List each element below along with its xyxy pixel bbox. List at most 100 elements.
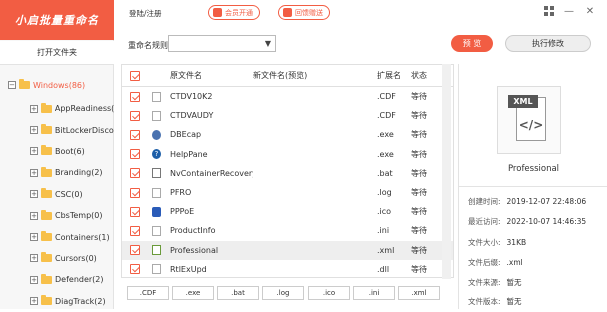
tree-item-label: DiagTrack(2) [55, 296, 106, 306]
collapse-icon[interactable]: − [8, 81, 16, 89]
tree-item[interactable]: + Containers(1) [0, 226, 114, 247]
table-row[interactable]: ? HelpPane .exe 等待 [122, 145, 453, 164]
created-time: 创建时间: 2019-12-07 22:48:06 [468, 196, 607, 207]
ext-filter-button[interactable]: .bat [217, 286, 259, 300]
row-name: ProductInfo [170, 226, 216, 236]
detail-file-name: Professional [507, 164, 560, 174]
row-name: RtlExUpd [170, 264, 207, 274]
tree-item-label: CbsTemp(0) [55, 211, 103, 221]
version-value: 暂无 [506, 297, 522, 306]
row-name: PFRO [170, 188, 192, 198]
help-icon: ? [152, 149, 161, 160]
bat-icon [152, 168, 161, 179]
table-row[interactable]: NvContainerRecovery .bat 等待 [122, 164, 453, 183]
accessed-label: 最近访问: [468, 217, 501, 226]
ext-filter-button[interactable]: .log [262, 286, 304, 300]
source-value: 暂无 [506, 278, 522, 287]
table-row[interactable]: DBEcap .exe 等待 [122, 125, 453, 144]
purchase-button[interactable]: 回馈赠送 [278, 5, 330, 20]
row-ext: .ini [377, 226, 390, 236]
sidebar: 小启批量重命名 打开文件夹 − Windows(86) + AppReadines… [0, 0, 114, 309]
row-ext: .CDF [377, 92, 396, 102]
tree-item[interactable]: + Boot(6) [0, 141, 114, 162]
gift-icon [283, 8, 292, 17]
rename-rule-select[interactable]: ▼ [168, 35, 276, 52]
row-checkbox[interactable] [130, 206, 140, 217]
tree-item[interactable]: + Cursors(0) [0, 248, 114, 269]
table-row[interactable]: PPPoE .ico 等待 [122, 202, 453, 221]
row-checkbox[interactable] [130, 225, 140, 236]
row-checkbox[interactable] [130, 264, 140, 275]
ext-filter-button[interactable]: .exe [172, 286, 214, 300]
ext-filter-button[interactable]: .ico [308, 286, 350, 300]
expand-icon[interactable]: + [30, 147, 38, 156]
row-checkbox[interactable] [130, 187, 140, 198]
row-checkbox[interactable] [130, 245, 140, 256]
folder-icon [41, 295, 52, 306]
table-scrollbar[interactable] [442, 64, 451, 279]
tree-item-label: AppReadiness(0 [54, 104, 114, 114]
ico-icon [152, 206, 161, 217]
tree-item[interactable]: + Branding(2) [0, 162, 114, 183]
expand-icon[interactable]: + [30, 126, 38, 135]
expand-icon[interactable]: + [30, 297, 38, 306]
ext-filter-button[interactable]: .CDF [127, 286, 169, 300]
code-icon: </> [518, 118, 544, 132]
expand-icon[interactable]: + [30, 211, 38, 220]
tree-item[interactable]: + CbsTemp(0) [0, 205, 114, 226]
file-icon [152, 110, 161, 121]
tree-item-label: Cursors(0) [55, 253, 97, 263]
expand-icon[interactable]: + [30, 275, 38, 284]
row-checkbox[interactable] [130, 168, 140, 179]
table-row[interactable]: PFRO .log 等待 [122, 183, 453, 202]
vip-button[interactable]: 会员开通 [208, 5, 260, 20]
file-ext: 文件后缀: .xml [468, 257, 607, 268]
minimize-button[interactable]: — [563, 6, 575, 18]
table-row[interactable]: ProductInfo .ini 等待 [122, 221, 453, 240]
table-row[interactable]: RtlExUpd .dll 等待 [122, 260, 453, 279]
version-label: 文件版本: [468, 297, 501, 306]
expand-icon[interactable]: + [30, 254, 38, 263]
tree-item[interactable]: + CSC(0) [0, 184, 114, 205]
expand-icon[interactable]: + [30, 168, 38, 177]
tree-item-label: Boot(6) [55, 146, 85, 156]
expand-icon[interactable]: + [30, 104, 38, 113]
file-source: 文件来源: 暂无 [468, 277, 607, 288]
login-link[interactable]: 登陆/注册 [129, 8, 162, 19]
tree-root-windows[interactable]: − Windows(86) [0, 72, 114, 98]
select-all-checkbox[interactable] [130, 70, 140, 81]
preview-button[interactable]: 预 览 [451, 35, 493, 52]
table-row[interactable]: Professional .xml 等待 [122, 240, 453, 260]
file-size: 文件大小: 31KB [468, 237, 607, 248]
ext-filter-button[interactable]: .ini [353, 286, 395, 300]
ext-filter-button[interactable]: .xml [398, 286, 440, 300]
expand-icon[interactable]: + [30, 190, 38, 199]
open-folder-button[interactable]: 打开文件夹 [0, 41, 114, 65]
expand-icon[interactable]: + [30, 233, 38, 242]
table-row[interactable]: CTDV10K2 .CDF 等待 [122, 87, 453, 106]
row-name: Professional [170, 245, 219, 255]
folder-icon [41, 273, 52, 284]
size-value: 31KB [506, 238, 527, 247]
tree-item-label: Containers(1) [55, 232, 110, 242]
row-checkbox[interactable] [130, 110, 140, 121]
tree-item[interactable]: + AppReadiness(0 [0, 98, 114, 119]
folder-icon [40, 124, 52, 135]
top-bar: 登陆/注册 会员开通 回馈赠送 — ✕ [115, 0, 607, 26]
tree-item[interactable]: + Defender(2) [0, 269, 114, 290]
grid-icon[interactable] [543, 6, 555, 18]
tree-item[interactable]: + BitLockerDiscov [0, 119, 114, 140]
row-checkbox[interactable] [130, 129, 140, 140]
row-ext: .exe [377, 149, 394, 159]
folder-icon [41, 145, 52, 156]
exe-icon [152, 129, 161, 140]
xml-icon [152, 245, 161, 256]
close-button[interactable]: ✕ [584, 6, 596, 18]
row-checkbox[interactable] [130, 91, 140, 102]
purchase-label: 回馈赠送 [295, 8, 323, 17]
created-label: 创建时间: [468, 197, 501, 206]
table-row[interactable]: CTDVAUDY .CDF 等待 [122, 106, 453, 125]
execute-button[interactable]: 执行修改 [505, 35, 591, 52]
row-checkbox[interactable] [130, 149, 140, 160]
source-label: 文件来源: [468, 278, 501, 287]
